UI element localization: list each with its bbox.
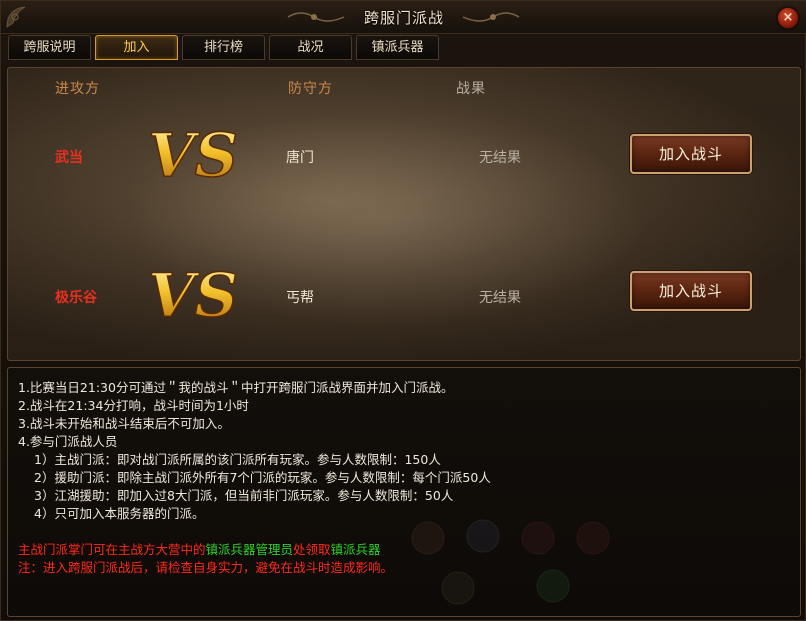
- vs-label: VS: [148, 121, 238, 190]
- weapon-notice-text: 主战门派掌门可在主战方大营中的: [18, 542, 206, 557]
- defender-name: 丐帮: [286, 290, 314, 306]
- rule-sub-line: 3）江湖援助：即加入过8大门派，但当前非门派玩家。参与人数限制：50人: [34, 488, 454, 503]
- weapon-notice-text: 处领取: [293, 542, 331, 557]
- join-battle-button[interactable]: 加入战斗: [630, 134, 752, 174]
- vs-label: VS: [148, 261, 238, 330]
- close-icon: ×: [782, 10, 794, 25]
- defender-name: 唐门: [286, 150, 314, 166]
- attacker-name: 极乐谷: [55, 290, 97, 306]
- background-skill-icons: [411, 519, 610, 605]
- tab-ranking[interactable]: 排行榜: [182, 35, 265, 60]
- defender-column-header: 防守方: [288, 81, 333, 97]
- rule-sub-line: 2）援助门派：即除主战门派外所有7个门派的玩家。参与人数限制：每个门派50人: [34, 470, 491, 485]
- close-button[interactable]: ×: [777, 7, 799, 29]
- tab-join[interactable]: 加入: [95, 35, 178, 60]
- rule-line: 4.参与门派战人员: [18, 434, 118, 449]
- warning-notice: 注：进入跨服门派战后，请检查自身实力，避免在战斗时造成影响。: [18, 557, 393, 576]
- result-column-header: 战果: [456, 81, 486, 97]
- vs-emblem-icon: VS: [147, 260, 238, 330]
- battle-panel: 进攻方 防守方 战果 武当 VS 唐门 无结果 加入战斗 极乐谷 VS 丐帮 无…: [7, 67, 801, 361]
- window-title: 跨服门派战: [363, 9, 444, 27]
- join-battle-button[interactable]: 加入战斗: [630, 271, 752, 311]
- rule-line: 3.战斗未开始和战斗结束后不可加入。: [18, 416, 230, 431]
- cross-server-sect-war-window: 跨服门派战 × 跨服说明 加入 排行榜 战况 镇派兵器 进攻方 防守方 战果 武…: [0, 0, 806, 621]
- title-ornament-right-icon: [462, 12, 520, 22]
- tab-sect-weapon[interactable]: 镇派兵器: [356, 35, 439, 60]
- rule-sub-line: 4）只可加入本服务器的门派。: [34, 506, 205, 521]
- battle-result: 无结果: [479, 150, 521, 166]
- warning-notice-text: 注：进入跨服门派战后，请检查自身实力，避免在战斗时造成影响。: [18, 560, 394, 575]
- sect-weapon-link[interactable]: 镇派兵器: [331, 542, 381, 557]
- attacker-name: 武当: [55, 150, 83, 166]
- weapon-notice: 主战门派掌门可在主战方大营中的镇派兵器管理员处领取镇派兵器: [18, 539, 381, 558]
- rules-panel: 1.比赛当日21:30分可通过＂我的战斗＂中打开跨服门派战界面并加入门派战。 2…: [7, 367, 801, 617]
- rule-line: 2.战斗在21:34分打响，战斗时间为1小时: [18, 398, 249, 413]
- weapon-manager-link[interactable]: 镇派兵器管理员: [206, 542, 294, 557]
- battle-result: 无结果: [479, 290, 521, 306]
- tab-battle-status[interactable]: 战况: [269, 35, 352, 60]
- rule-sub-line: 1）主战门派：即对战门派所属的该门派所有玩家。参与人数限制：150人: [34, 452, 441, 467]
- title-bar[interactable]: 跨服门派战 ×: [1, 1, 806, 34]
- vs-emblem-icon: VS: [147, 120, 238, 190]
- tab-bar: 跨服说明 加入 排行榜 战况 镇派兵器: [8, 35, 439, 61]
- rule-line: 1.比赛当日21:30分可通过＂我的战斗＂中打开跨服门派战界面并加入门派战。: [18, 380, 454, 395]
- tab-rules-intro[interactable]: 跨服说明: [8, 35, 91, 60]
- attacker-column-header: 进攻方: [55, 81, 100, 97]
